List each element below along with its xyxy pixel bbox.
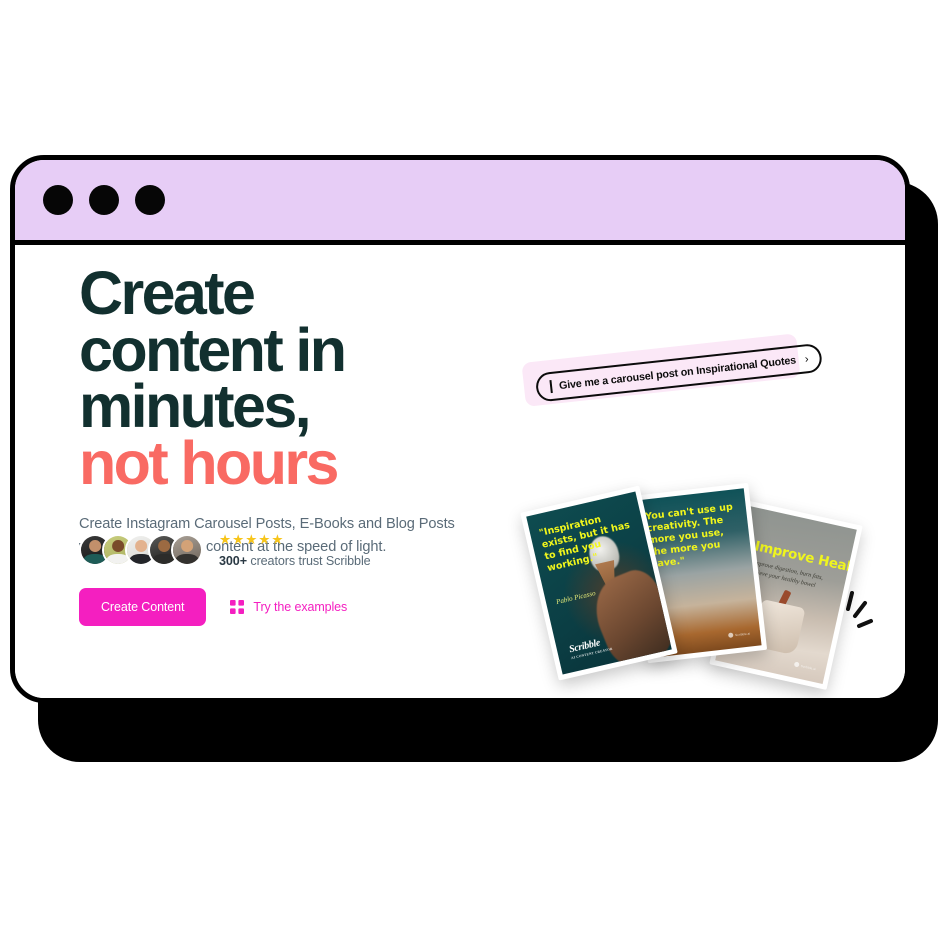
badge-dot-icon [727, 632, 734, 638]
avatar-group [79, 534, 203, 567]
card-quote: You can't use up creativity. The more yo… [644, 501, 734, 571]
text-cursor-icon [549, 379, 553, 394]
headline-line-2: content in [79, 315, 347, 384]
try-examples-label: Try the examples [253, 599, 348, 614]
browser-window: Create content in minutes, not hours Cre… [10, 155, 910, 703]
card-quote: "Inspiration exists, but it has to find … [538, 514, 631, 575]
maximize-button-icon[interactable] [135, 185, 165, 215]
card-author: Pablo Picasso [555, 589, 597, 607]
prompt-bubble[interactable]: Give me a carousel post on Inspirational… [521, 333, 824, 407]
subtitle-line-1: Create Instagram Carousel Posts, E-Books… [79, 515, 455, 532]
close-button-icon[interactable] [43, 185, 73, 215]
star-rating: ★★★★★ [219, 532, 285, 547]
badge-label: Scribble.ai [800, 663, 817, 671]
hero-left-column: Create content in minutes, not hours Cre… [79, 259, 509, 626]
badge-label: Scribble.ai [734, 630, 751, 637]
scribble-logo: Scribble AI CONTENT CREATOR [568, 636, 613, 661]
grid-icon [230, 599, 245, 614]
social-proof: ★★★★★ 300+ creators trust Scribble [79, 533, 371, 568]
page-title: Create content in minutes, not hours [79, 259, 509, 498]
creator-count: 300+ [219, 553, 247, 568]
avatar [171, 534, 203, 567]
page-content: Create content in minutes, not hours Cre… [15, 245, 905, 698]
cta-row: Create Content Try the examples [79, 587, 509, 626]
trust-label: creators trust Scribble [246, 553, 371, 568]
chevron-right-icon[interactable]: › [804, 353, 809, 365]
trust-count-line: 300+ creators trust Scribble [219, 554, 371, 568]
hand-shape [584, 563, 672, 674]
headline-line-1: Create [79, 259, 256, 327]
card-badge: Scribble.ai [793, 661, 817, 671]
badge-dot-icon [793, 661, 800, 668]
headline-accent: not hours [79, 429, 339, 498]
window-titlebar [15, 160, 905, 245]
try-examples-button[interactable]: Try the examples [230, 599, 348, 614]
screenshot-stage: Create content in minutes, not hours Cre… [0, 0, 945, 945]
headline-line-3: minutes, [79, 372, 312, 441]
minimize-button-icon[interactable] [89, 185, 119, 215]
card-badge: Scribble.ai [727, 630, 751, 638]
carousel-card-stack: "Inspiration exists, but it has to find … [520, 473, 905, 698]
social-proof-text: ★★★★★ 300+ creators trust Scribble [217, 533, 371, 568]
create-content-button[interactable]: Create Content [79, 587, 207, 626]
